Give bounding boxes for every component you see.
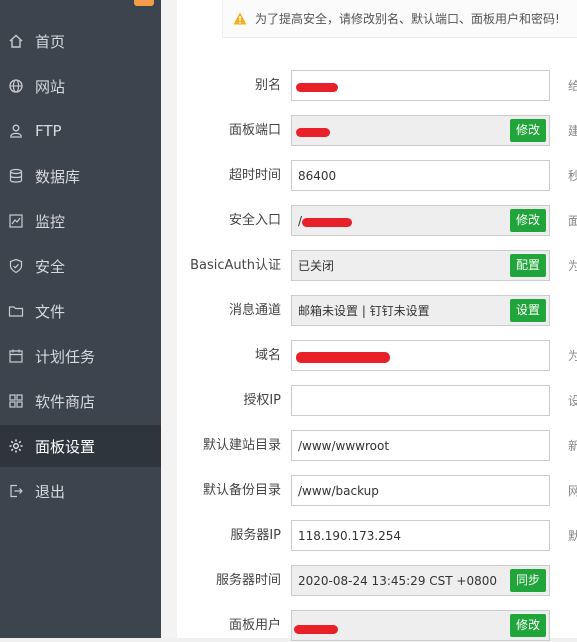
sidebar-item-database[interactable]: 数据库 <box>0 155 161 197</box>
setting-hint: 设 <box>568 394 577 408</box>
sidebar-item-home[interactable]: 首页 <box>0 20 161 62</box>
redaction-mark <box>294 625 338 634</box>
ftp-user-icon <box>8 123 24 139</box>
setting-row-backup-dir: 默认备份目录 /www/backup 网 <box>161 475 577 507</box>
setting-hint: 默 <box>568 529 577 543</box>
setting-row-server-ip: 服务器IP 118.190.173.254 默 <box>161 520 577 552</box>
sidebar-item-label: 面板设置 <box>35 437 96 456</box>
setting-row-timeout: 超时时间 86400 秒 <box>161 160 577 192</box>
sidebar-item-label: 退出 <box>35 482 66 501</box>
sidebar-item-label: 文件 <box>35 302 66 321</box>
notice-text: 为了提高安全，请修改别名、默认端口、面板用户和密码! <box>255 12 560 26</box>
redaction-mark <box>296 83 338 92</box>
monitor-icon <box>8 213 24 229</box>
setting-row-basicauth: BasicAuth认证 已关闭 配置 为 <box>161 250 577 282</box>
setting-row-site-dir: 默认建站目录 /www/wwwroot 新 <box>161 430 577 462</box>
setting-label: 服务器IP <box>230 528 281 543</box>
sidebar-item-label: 软件商店 <box>35 392 96 411</box>
sidebar-item-label: 计划任务 <box>35 347 96 366</box>
setting-hint: 新 <box>568 439 577 453</box>
apps-grid-icon <box>8 393 24 409</box>
gear-icon <box>8 438 24 454</box>
sidebar-item-ftp[interactable]: FTP <box>0 110 161 152</box>
modify-entry-button[interactable]: 修改 <box>509 209 546 232</box>
server-ip-input[interactable]: 118.190.173.254 <box>291 520 550 551</box>
configure-basicauth-button[interactable]: 配置 <box>509 254 546 277</box>
setting-label: 域名 <box>254 348 281 363</box>
sidebar-item-label: 数据库 <box>35 167 81 186</box>
sidebar-item-label: 首页 <box>35 32 66 51</box>
field-value: 已关闭 <box>298 259 335 273</box>
setting-row-authorized-ip: 授权IP 设 <box>161 385 577 417</box>
database-icon <box>8 168 24 184</box>
redaction-mark <box>296 128 330 137</box>
sidebar: 首页 网站 FTP 数据库 监控 安全 文件 计划任务 软件商店 面板设置 退出 <box>0 0 161 638</box>
field-value: 邮箱未设置 | 钉钉未设置 <box>298 304 430 318</box>
setting-label: 服务器时间 <box>215 573 281 588</box>
setting-label: 授权IP <box>243 393 281 408</box>
setting-label: 消息通道 <box>228 303 281 318</box>
field-value: 2020-08-24 13:45:29 CST +0800 <box>298 573 497 588</box>
setting-label: 默认备份目录 <box>202 483 281 498</box>
field-value: /www/wwwroot <box>298 438 390 453</box>
authorized-ip-input[interactable] <box>291 385 550 416</box>
setting-row-message-channel: 消息通道 邮箱未设置 | 钉钉未设置 设置 <box>161 295 577 327</box>
calendar-icon <box>8 348 24 364</box>
setting-label: 默认建站目录 <box>202 438 281 453</box>
sidebar-item-website[interactable]: 网站 <box>0 65 161 107</box>
setting-row-security-entry: 安全入口 / 修改 面 <box>161 205 577 237</box>
setting-hint: 为 <box>568 259 577 273</box>
message-channel-field: 邮箱未设置 | 钉钉未设置 设置 <box>291 295 550 326</box>
sidebar-item-label: 网站 <box>35 77 66 96</box>
server-time-field: 2020-08-24 13:45:29 CST +0800 同步 <box>291 565 550 596</box>
sidebar-item-cron[interactable]: 计划任务 <box>0 335 161 377</box>
logout-icon <box>8 483 24 499</box>
sidebar-item-panel-settings[interactable]: 面板设置 <box>0 425 161 467</box>
setting-label: BasicAuth认证 <box>190 258 281 273</box>
warning-icon <box>233 12 247 25</box>
setting-hint: 面 <box>568 214 577 228</box>
setting-hint: 秒 <box>568 169 577 183</box>
setting-hint: 给 <box>568 79 577 93</box>
globe-icon <box>8 78 24 94</box>
setting-label: 别名 <box>254 78 281 93</box>
setting-label: 面板端口 <box>228 123 281 138</box>
sidebar-item-label: 监控 <box>35 212 66 231</box>
basicauth-field: 已关闭 配置 <box>291 250 550 281</box>
setup-channel-button[interactable]: 设置 <box>509 299 546 322</box>
setting-row-server-time: 服务器时间 2020-08-24 13:45:29 CST +0800 同步 <box>161 565 577 597</box>
setting-label: 安全入口 <box>228 213 281 228</box>
setting-label: 面板用户 <box>228 618 281 633</box>
redaction-mark <box>302 218 352 227</box>
sidebar-item-label: FTP <box>35 122 62 140</box>
folder-icon <box>8 303 24 319</box>
shield-icon <box>8 258 24 274</box>
sidebar-item-monitor[interactable]: 监控 <box>0 200 161 242</box>
home-icon <box>8 33 24 49</box>
setting-row-alias: 别名 给 <box>161 70 577 102</box>
modify-user-button[interactable]: 修改 <box>509 614 546 637</box>
notification-badge <box>134 0 154 6</box>
setting-hint: 网 <box>568 484 577 498</box>
sidebar-item-security[interactable]: 安全 <box>0 245 161 287</box>
security-notice: 为了提高安全，请修改别名、默认端口、面板用户和密码! <box>222 0 577 38</box>
sidebar-item-app-store[interactable]: 软件商店 <box>0 380 161 422</box>
sidebar-item-logout[interactable]: 退出 <box>0 470 161 512</box>
field-value: 118.190.173.254 <box>298 528 402 543</box>
setting-hint: 为 <box>568 349 577 363</box>
redaction-mark <box>296 352 390 363</box>
timeout-input[interactable]: 86400 <box>291 160 550 191</box>
modify-port-button[interactable]: 修改 <box>509 119 546 142</box>
setting-row-panel-port: 面板端口 修改 建 <box>161 115 577 147</box>
backup-dir-input[interactable]: /www/backup <box>291 475 550 506</box>
site-dir-input[interactable]: /www/wwwroot <box>291 430 550 461</box>
sidebar-item-files[interactable]: 文件 <box>0 290 161 332</box>
setting-hint: 建 <box>568 124 577 138</box>
field-value: 86400 <box>298 168 337 183</box>
field-value: /www/backup <box>298 483 379 498</box>
setting-row-panel-user: 面板用户 修改 <box>161 610 577 642</box>
setting-label: 超时时间 <box>228 168 281 183</box>
sidebar-item-label: 安全 <box>35 257 66 276</box>
sync-time-button[interactable]: 同步 <box>509 569 546 592</box>
